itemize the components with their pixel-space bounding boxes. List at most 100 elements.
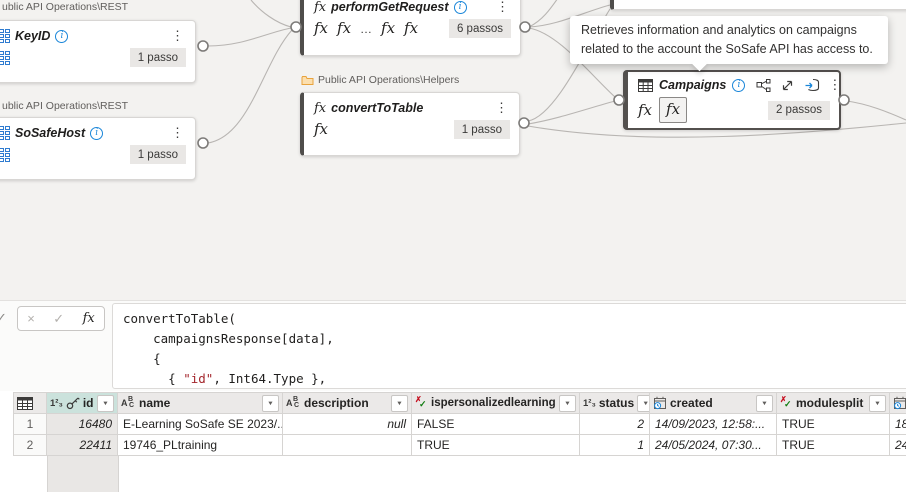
- cancel-formula-button[interactable]: ×: [27, 311, 35, 326]
- parameter-step-icon[interactable]: [0, 51, 10, 65]
- group-label-text: ublic API Operations\REST: [2, 1, 128, 13]
- node-title[interactable]: SoSafeHost: [15, 126, 85, 140]
- selected-step[interactable]: fx: [659, 97, 687, 123]
- column-filter-dropdown[interactable]: ▼: [97, 395, 114, 412]
- step-function-icon[interactable]: fx: [404, 21, 418, 36]
- add-step-fx-button[interactable]: fx: [83, 312, 95, 325]
- cell-modulesplit[interactable]: TRUE: [777, 435, 890, 456]
- tooltip-text-line1: Retrieves information and analytics on c…: [581, 21, 877, 40]
- node-title[interactable]: convertToTable: [331, 101, 423, 115]
- query-node-converttotable[interactable]: fx convertToTable ⋮ fx 1 passo: [300, 92, 520, 156]
- cell-status[interactable]: 2: [580, 414, 650, 435]
- diagram-canvas[interactable]: ublic API Operations\REST ublic API Oper…: [0, 0, 906, 300]
- column-header-modulesplit[interactable]: ✗✓ modulesplit ▼: [777, 392, 890, 414]
- node-title[interactable]: KeyID: [15, 29, 50, 43]
- function-icon: fx: [314, 102, 326, 115]
- selected-column-strip: [47, 456, 119, 492]
- cell-modulesplit[interactable]: TRUE: [777, 414, 890, 435]
- node-menu-button[interactable]: ⋮: [169, 125, 186, 141]
- column-header-label: created: [670, 396, 713, 410]
- group-label-text: Public API Operations\Helpers: [318, 74, 459, 86]
- node-menu-button[interactable]: ⋮: [826, 77, 843, 93]
- column-filter-dropdown[interactable]: ▼: [391, 395, 408, 412]
- cell-id[interactable]: 22411: [47, 435, 118, 456]
- node-menu-button[interactable]: ⋮: [493, 100, 510, 116]
- steps-badge[interactable]: 1 passo: [130, 48, 186, 67]
- column-header-cutoff[interactable]: [890, 392, 906, 414]
- commit-formula-button[interactable]: ✓: [53, 311, 64, 327]
- node-menu-button[interactable]: ⋮: [169, 28, 186, 44]
- data-preview-grid: 1²₃ id ▼ ABC name ▼ ABC description ▼ ✗✓…: [13, 392, 906, 456]
- column-header-status[interactable]: 1²₃ status ▼: [580, 392, 650, 414]
- node-steps-row: 1 passo: [0, 142, 195, 167]
- tooltip: Retrieves information and analytics on c…: [570, 16, 888, 64]
- step-function-icon[interactable]: fx: [638, 103, 652, 118]
- steps-badge[interactable]: 6 passos: [449, 19, 511, 38]
- row-number[interactable]: 2: [13, 435, 47, 456]
- formula-bar-buttons: × ✓ fx: [17, 306, 105, 331]
- column-header-label: description: [304, 396, 369, 410]
- column-filter-dropdown[interactable]: ▼: [262, 395, 279, 412]
- cell-status[interactable]: 1: [580, 435, 650, 456]
- query-node-partial-top[interactable]: [610, 0, 906, 10]
- group-label-rest-1: ublic API Operations\REST: [2, 1, 128, 13]
- number-type-icon: 1²₃: [50, 398, 63, 409]
- cell-created[interactable]: 14/09/2023, 12:58:...: [650, 414, 777, 435]
- cell-name[interactable]: E-Learning SoSafe SE 2023/...: [118, 414, 283, 435]
- cell-id[interactable]: 16480: [47, 414, 118, 435]
- cell-ispersonalizedlearning[interactable]: TRUE: [412, 435, 580, 456]
- column-header-ispersonalizedlearning[interactable]: ✗✓ ispersonalizedlearning ▼: [412, 392, 580, 414]
- step-function-icon[interactable]: fx: [381, 21, 395, 36]
- query-node-campaigns[interactable]: Campaigns i: [623, 70, 841, 130]
- dataflow-icon[interactable]: [804, 78, 820, 92]
- step-function-icon[interactable]: fx: [314, 21, 328, 36]
- parameter-step-icon[interactable]: [0, 148, 10, 162]
- node-header: fx performGetRequest i ⋮: [304, 0, 520, 16]
- folder-icon: [301, 75, 314, 86]
- column-header-description[interactable]: ABC description ▼: [283, 392, 412, 414]
- related-queries-icon[interactable]: [756, 79, 771, 92]
- info-icon[interactable]: i: [454, 1, 467, 14]
- row-number[interactable]: 1: [13, 414, 47, 435]
- cell-description[interactable]: null: [283, 414, 412, 435]
- grid-corner-cell[interactable]: [13, 392, 47, 414]
- node-title[interactable]: Campaigns: [659, 78, 726, 92]
- column-header-label: name: [139, 396, 170, 410]
- query-node-performgetrequest[interactable]: fx performGetRequest i ⋮ fx fx … fx fx 6…: [300, 0, 521, 56]
- code-line: convertToTable(: [123, 309, 901, 329]
- group-label-helpers: Public API Operations\Helpers: [301, 74, 459, 86]
- node-title[interactable]: performGetRequest: [331, 0, 448, 14]
- cell-ispersonalizedlearning[interactable]: FALSE: [412, 414, 580, 435]
- query-node-keyid[interactable]: KeyID i ⋮ 1 passo: [0, 20, 196, 83]
- node-header: Campaigns i: [628, 72, 839, 94]
- cell-cutoff[interactable]: 24,: [890, 435, 906, 456]
- step-function-icon[interactable]: fx: [314, 122, 328, 137]
- cell-description[interactable]: [283, 435, 412, 456]
- formula-editor[interactable]: convertToTable( campaignsResponse[data],…: [112, 303, 906, 389]
- steps-badge[interactable]: 2 passos: [768, 101, 830, 120]
- cell-name[interactable]: 19746_PLtraining: [118, 435, 283, 456]
- query-node-sosafehost[interactable]: SoSafeHost i ⋮ 1 passo: [0, 117, 196, 180]
- node-header: fx convertToTable ⋮: [304, 93, 519, 117]
- column-filter-dropdown[interactable]: ▼: [637, 395, 650, 412]
- steps-badge[interactable]: 1 passo: [130, 145, 186, 164]
- expand-icon[interactable]: [781, 79, 794, 92]
- column-header-created[interactable]: created ▼: [650, 392, 777, 414]
- column-header-id[interactable]: 1²₃ id ▼: [47, 392, 118, 414]
- node-menu-button[interactable]: ⋮: [494, 0, 511, 15]
- steps-badge[interactable]: 1 passo: [454, 120, 510, 139]
- node-header: SoSafeHost i ⋮: [0, 118, 195, 142]
- cell-created[interactable]: 24/05/2024, 07:30...: [650, 435, 777, 456]
- text-type-icon: ABC: [121, 397, 136, 410]
- info-icon[interactable]: i: [90, 127, 103, 140]
- column-filter-dropdown[interactable]: ▼: [559, 395, 576, 412]
- column-header-name[interactable]: ABC name ▼: [118, 392, 283, 414]
- info-icon[interactable]: i: [732, 79, 745, 92]
- step-function-icon[interactable]: fx: [337, 21, 351, 36]
- info-icon[interactable]: i: [55, 30, 68, 43]
- column-filter-dropdown[interactable]: ▼: [869, 395, 886, 412]
- code-line: campaignsResponse[data],: [123, 329, 901, 349]
- cell-cutoff[interactable]: 18/: [890, 414, 906, 435]
- text-type-icon: ABC: [286, 397, 301, 410]
- column-filter-dropdown[interactable]: ▼: [756, 395, 773, 412]
